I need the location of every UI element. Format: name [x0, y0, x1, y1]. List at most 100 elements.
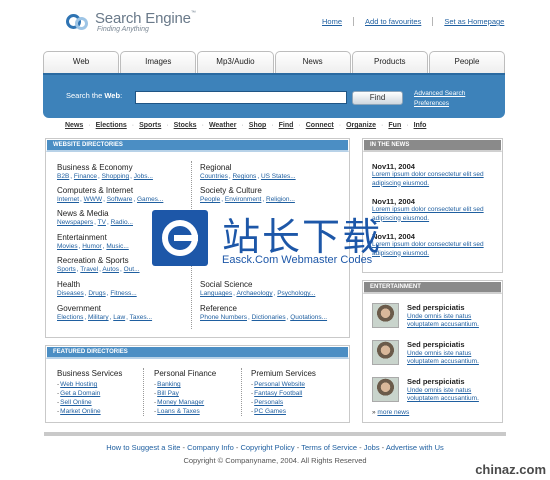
tab-products[interactable]: Products [351, 51, 428, 73]
footer-link[interactable]: How to Suggest a Site [106, 443, 180, 452]
category-title[interactable]: Recreation & Sports [57, 256, 141, 265]
subcategory-link[interactable]: Out... [124, 266, 140, 273]
subcategory-link[interactable]: Software [107, 196, 133, 203]
footer-link[interactable]: Copyright Policy [240, 443, 294, 452]
topic-weather[interactable]: Weather [204, 122, 242, 129]
topic-connect[interactable]: Connect [301, 122, 339, 129]
footer-link[interactable]: Terms of Service [301, 443, 357, 452]
subcategory-link[interactable]: Fitness... [110, 290, 136, 297]
footer-link[interactable]: Advertise with Us [386, 443, 444, 452]
subcategory-link[interactable]: Taxes... [130, 314, 152, 321]
footer-link[interactable]: Jobs [364, 443, 380, 452]
subcategory-link[interactable]: Finance [74, 173, 97, 180]
subcategory-link[interactable]: Autos [102, 266, 119, 273]
subcategory-link[interactable]: Quotations... [290, 314, 327, 321]
featured-link[interactable]: Bill Pay [154, 389, 216, 398]
subcategory-link[interactable]: Law [113, 314, 125, 321]
featured-link[interactable]: Money Manager [154, 398, 216, 407]
advanced-search-link[interactable]: Advanced Search [414, 89, 465, 99]
featured-link[interactable]: Personals [251, 398, 316, 407]
featured-link[interactable]: Loans & Taxes [154, 407, 216, 416]
featured-link[interactable]: Get a Domain [57, 389, 122, 398]
subcategory-link[interactable]: Humor [82, 243, 102, 250]
category-title[interactable]: Regional [200, 163, 297, 172]
topic-news[interactable]: News [60, 122, 88, 129]
subcategory-link[interactable]: Drugs [88, 290, 105, 297]
more-news-link[interactable]: more news [377, 409, 409, 416]
topic-elections[interactable]: Elections [91, 122, 132, 129]
category-title[interactable]: Reference [200, 304, 328, 313]
featured-link[interactable]: Personal Website [251, 380, 316, 389]
subcategory-link[interactable]: Sports [57, 266, 76, 273]
subcategory-link[interactable]: Countries [200, 173, 228, 180]
add-to-favourites-link[interactable]: Add to favourites [353, 17, 432, 26]
featured-link[interactable]: PC Games [251, 407, 316, 416]
subcategory-link[interactable]: Diseases [57, 290, 84, 297]
featured-link[interactable]: Web Hosting [57, 380, 122, 389]
news-link[interactable]: Lorem ipsum dolor consectetur elit sed a… [372, 171, 497, 188]
category-title[interactable]: Entertainment [57, 233, 130, 242]
subcategory-link[interactable]: Internet [57, 196, 79, 203]
topic-stocks[interactable]: Stocks [169, 122, 202, 129]
topic-organize[interactable]: Organize [341, 122, 381, 129]
category-title[interactable]: Social Science [200, 280, 316, 289]
entertainment-link[interactable]: Unde omnis iste natus voluptatem accusan… [407, 387, 502, 403]
tab-web[interactable]: Web [43, 51, 120, 73]
subcategory-link[interactable]: Military [88, 314, 109, 321]
category-title[interactable]: Computers & Internet [57, 186, 164, 195]
category-title[interactable]: Health [57, 280, 138, 289]
subcategory-link[interactable]: WWW [84, 196, 102, 203]
category-title[interactable]: News & Media [57, 209, 134, 218]
category-title[interactable]: Society & Culture [200, 186, 296, 195]
thumbnail-photo[interactable] [372, 340, 399, 365]
subcategory-link[interactable]: Regions [232, 173, 256, 180]
topic-fun[interactable]: Fun [383, 122, 406, 129]
search-input[interactable] [135, 91, 347, 104]
logo[interactable]: Search Engine™ Finding Anything [66, 10, 196, 34]
logo-mark-icon [66, 10, 92, 34]
subcategory-link[interactable]: Psychology... [277, 290, 315, 297]
featured-link[interactable]: Sell Online [57, 398, 122, 407]
topic-sports[interactable]: Sports [134, 122, 166, 129]
directory-category: Business & Economy B2B, Finance, Shoppin… [57, 163, 154, 180]
subcategory-link[interactable]: Newspapers [57, 219, 93, 226]
featured-link[interactable]: Market Online [57, 407, 122, 416]
subcategory-link[interactable]: Languages [200, 290, 232, 297]
subcategory-link[interactable]: Travel [80, 266, 98, 273]
entertainment-link[interactable]: Unde omnis iste natus voluptatem accusan… [407, 313, 502, 329]
subcategory-link[interactable]: US States... [261, 173, 296, 180]
subcategory-link[interactable]: Jobs... [134, 173, 153, 180]
subcategory-link[interactable]: Shopping [102, 173, 129, 180]
featured-link[interactable]: Banking [154, 380, 216, 389]
category-title[interactable]: Government [57, 304, 153, 313]
thumbnail-photo[interactable] [372, 303, 399, 328]
thumbnail-photo[interactable] [372, 377, 399, 402]
set-as-homepage-link[interactable]: Set as Homepage [432, 17, 515, 26]
entertainment-item: Sed perspiciatis Unde omnis iste natus v… [372, 377, 502, 405]
footer-link[interactable]: Company Info [187, 443, 234, 452]
tab-mp3-audio[interactable]: Mp3/Audio [197, 51, 274, 73]
watermark-en-text: Easck.Com Webmaster Codes [222, 254, 373, 266]
featured-link[interactable]: Fantasy Football [251, 389, 316, 398]
subcategory-link[interactable]: B2B [57, 173, 69, 180]
subcategory-link[interactable]: Phone Numbers [200, 314, 247, 321]
top-links: Home Add to favourites Set as Homepage [320, 17, 515, 26]
subcategory-link[interactable]: Elections [57, 314, 83, 321]
subcategory-link[interactable]: Music... [106, 243, 128, 250]
category-title[interactable]: Business & Economy [57, 163, 154, 172]
tab-images[interactable]: Images [120, 51, 197, 73]
topic-shop[interactable]: Shop [244, 122, 272, 129]
entertainment-link[interactable]: Unde omnis iste natus voluptatem accusan… [407, 350, 502, 366]
topic-find[interactable]: Find [274, 122, 299, 129]
subcategory-link[interactable]: Movies [57, 243, 78, 250]
home-link[interactable]: Home [320, 17, 353, 26]
subcategory-link[interactable]: Dictionaries [252, 314, 286, 321]
subcategory-link[interactable]: TV [98, 219, 106, 226]
subcategory-link[interactable]: Archaeology [236, 290, 272, 297]
tab-news[interactable]: News [274, 51, 351, 73]
find-button[interactable]: Find [352, 91, 403, 105]
topic-info[interactable]: Info [409, 122, 432, 129]
preferences-link[interactable]: Preferences [414, 99, 465, 109]
tab-people[interactable]: People [428, 51, 506, 73]
subcategory-link[interactable]: Radio... [111, 219, 133, 226]
